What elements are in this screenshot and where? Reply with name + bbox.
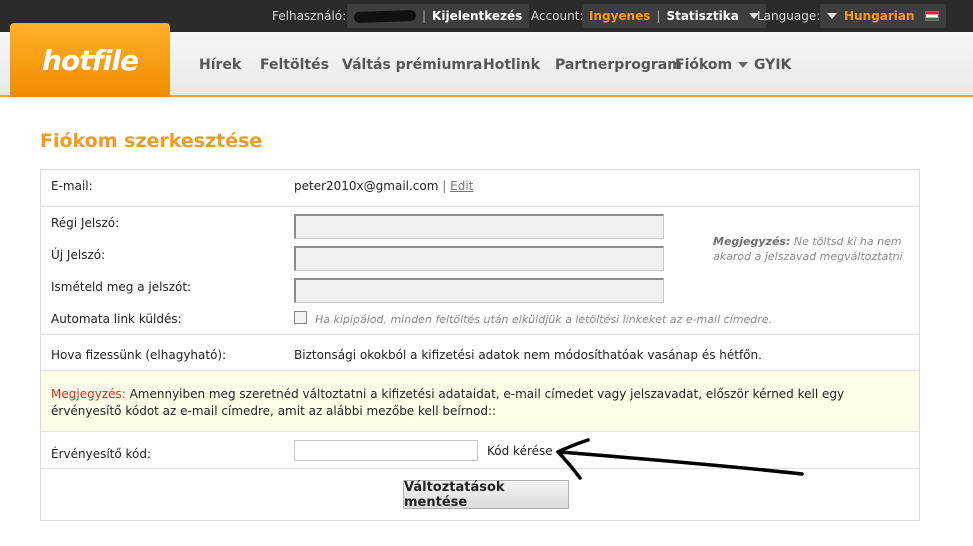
row-divider [41, 206, 919, 207]
auto-link-checkbox[interactable] [294, 311, 307, 324]
validation-code-input[interactable] [294, 440, 478, 461]
warning-box: Megjegyzés: Amennyiben meg szeretnéd vál… [41, 370, 919, 432]
nav-hirek[interactable]: Hírek [199, 32, 241, 97]
repeat-password-label: Ismételd meg a jelszót: [51, 280, 192, 294]
account-type: Ingyenes [589, 9, 651, 23]
save-changes-button[interactable]: Változtatások mentése [403, 480, 569, 510]
language-value: Hungarian [844, 9, 915, 23]
edit-email-link[interactable]: Edit [450, 179, 473, 193]
hungary-flag-icon [924, 11, 939, 21]
warning-text: Amennyiben meg szeretnéd változtatni a k… [51, 387, 845, 418]
nav-gyik[interactable]: GYIK [754, 32, 791, 97]
nav-valtas-premiumra[interactable]: Váltás prémiumra [342, 32, 482, 97]
masked-username [353, 9, 417, 23]
payout-text: Biztonsági okokból a kifizetési adatok n… [294, 348, 762, 362]
nav-feltoltes[interactable]: Feltöltés [260, 32, 329, 97]
separator: | [442, 179, 447, 193]
arrow-annotation-icon [556, 438, 804, 480]
chevron-down-icon[interactable] [738, 61, 749, 68]
user-label: Felhasználó: [272, 9, 347, 23]
language-label: Language: [757, 9, 821, 23]
nav-hotlink[interactable]: Hotlink [483, 32, 540, 97]
row-divider [41, 334, 919, 335]
old-password-label: Régi Jelszó: [51, 216, 120, 230]
chevron-down-icon[interactable] [827, 13, 837, 19]
email-label: E-mail: [51, 179, 93, 193]
side-note-title: Megjegyzés: [713, 235, 791, 248]
request-code-link[interactable]: Kód kérése [487, 444, 553, 458]
auto-link-label: Automata link küldés: [51, 312, 182, 326]
logout-link[interactable]: Kijelentkezés [432, 9, 522, 23]
repeat-password-input[interactable] [294, 278, 664, 303]
account-pill[interactable]: Ingyenes | Statisztika [582, 4, 766, 28]
separator: | [422, 9, 427, 23]
validation-code-label: Érvényesítő kód: [51, 447, 152, 461]
new-password-label: Új Jelszó: [51, 248, 106, 262]
nav-fiokom[interactable]: Fiókom [675, 32, 749, 97]
payout-label: Hova fizessünk (elhagyható): [51, 348, 227, 362]
auto-link-hint: Ha kipipálod, minden feltöltés után elkü… [315, 313, 772, 326]
account-label: Account: [531, 9, 584, 23]
new-password-input[interactable] [294, 246, 664, 271]
warning-title: Megjegyzés: [51, 387, 126, 401]
nav-fiokom-label: Fiókom [675, 56, 733, 73]
separator: | [656, 9, 661, 23]
user-pill: | Kijelentkezés [347, 4, 530, 28]
email-value-row: peter2010x@gmail.com | Edit [294, 179, 473, 193]
hotfile-logo[interactable]: hotfile [10, 23, 170, 97]
old-password-input[interactable] [294, 214, 664, 239]
language-select[interactable]: Hungarian [820, 4, 946, 28]
stats-link[interactable]: Statisztika [666, 9, 738, 23]
nav-partnerprogram[interactable]: Partnerprogram [555, 32, 682, 97]
page-title: Fiókom szerkesztése [40, 130, 263, 152]
password-side-note: Megjegyzés: Ne töltsd ki ha nem akarod a… [713, 234, 903, 264]
email-value: peter2010x@gmail.com [294, 179, 439, 193]
